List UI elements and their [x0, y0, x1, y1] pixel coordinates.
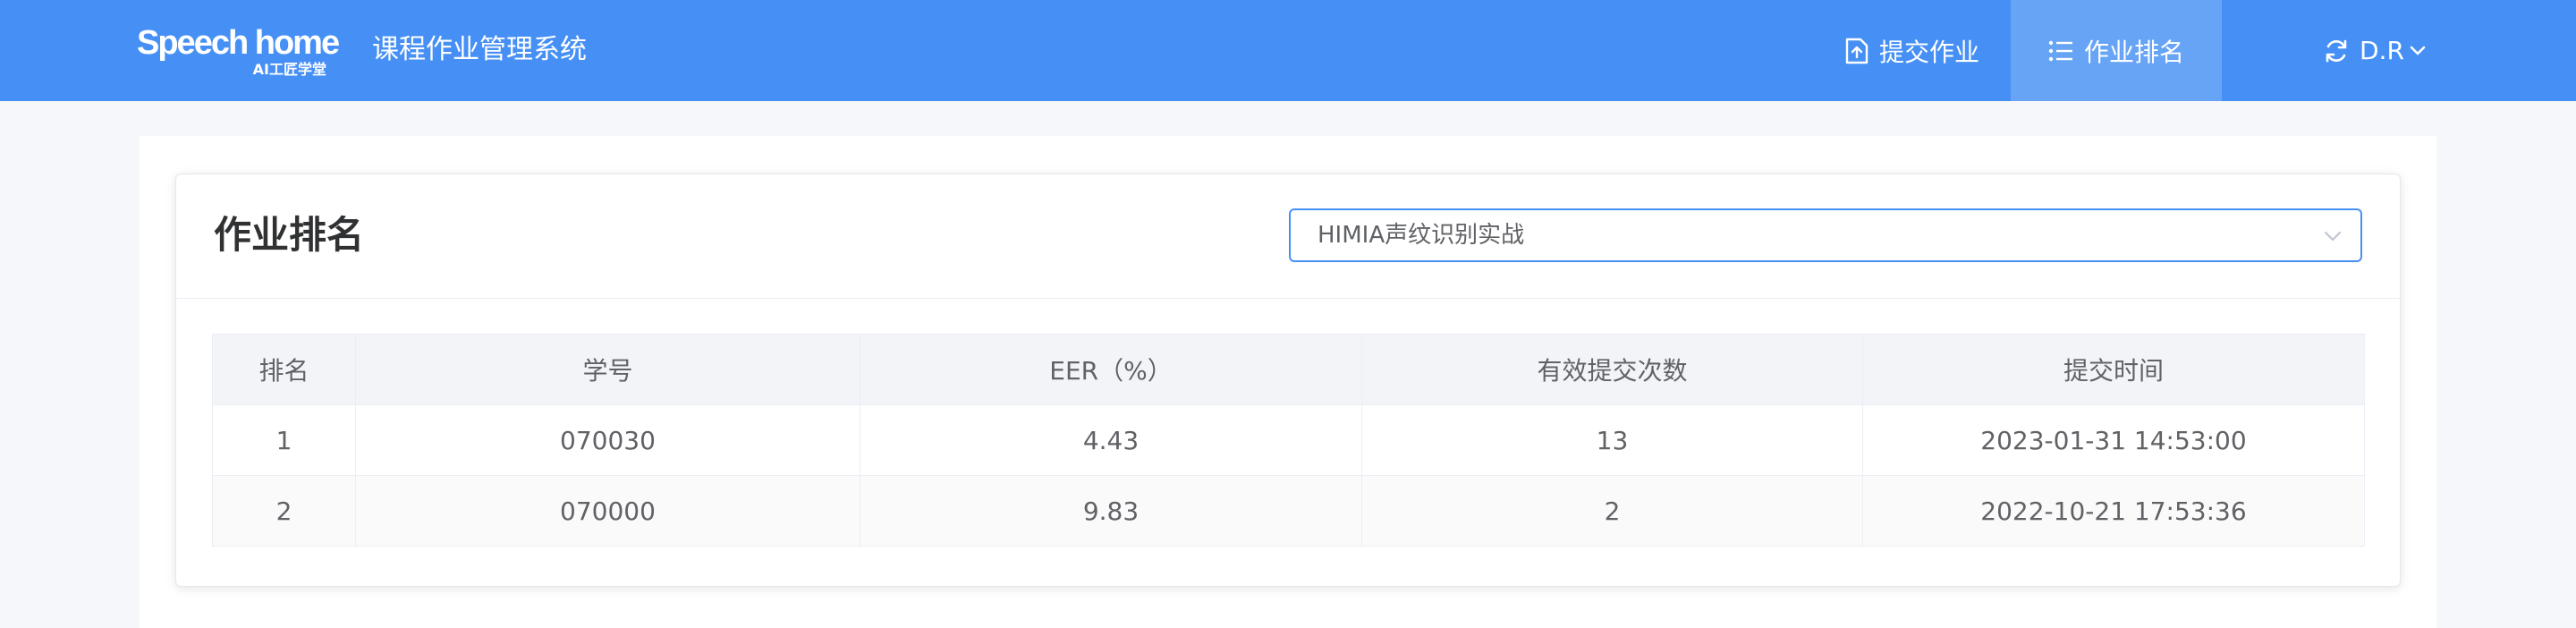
user-name: D.R [2360, 36, 2404, 65]
logo: Speech home AI工匠学堂 [137, 23, 340, 79]
cell-valid-submissions: 2 [1361, 475, 1863, 547]
upload-file-icon [1845, 38, 1868, 64]
card-header: 作业排名 HIMIA声纹识别实战 [176, 174, 2400, 299]
cell-student-id: 070000 [355, 475, 860, 547]
cell-submit-time: 2023-01-31 14:53:00 [1862, 404, 2365, 476]
logo-main-text: Speech home [137, 24, 340, 62]
refresh-icon [2326, 39, 2347, 62]
table-header-row: 排名 学号 EER（%） 有效提交次数 提交时间 [212, 334, 2365, 405]
nav-homework-ranking[interactable]: 作业排名 [2011, 0, 2222, 101]
chevron-down-icon [2410, 46, 2426, 55]
ranking-table: 排名 学号 EER（%） 有效提交次数 提交时间 1 070030 4.43 1… [212, 334, 2365, 547]
user-menu[interactable]: D.R [2324, 0, 2426, 101]
cell-eer: 9.83 [860, 475, 1362, 547]
cell-rank: 2 [212, 475, 356, 547]
list-icon [2048, 40, 2072, 61]
top-navbar: Speech home AI工匠学堂 课程作业管理系统 提交作业 作业排名 D.… [0, 0, 2576, 101]
column-header-eer[interactable]: EER（%） [860, 334, 1362, 405]
ranking-card: 作业排名 HIMIA声纹识别实战 排名 学号 EER（%） 有效提交次数 提交时… [175, 174, 2401, 587]
column-header-valid-submissions[interactable]: 有效提交次数 [1361, 334, 1863, 405]
nav-submit-homework[interactable]: 提交作业 [1816, 0, 2009, 101]
table-row: 2 070000 9.83 2 2022-10-21 17:53:36 [212, 475, 2365, 547]
nav-rank-label: 作业排名 [2083, 37, 2184, 67]
assignment-select-value: HIMIA声纹识别实战 [1318, 222, 1525, 249]
column-header-student-id[interactable]: 学号 [355, 334, 860, 405]
assignment-select[interactable]: HIMIA声纹识别实战 [1289, 208, 2362, 262]
cell-rank: 1 [212, 404, 356, 476]
logo-sub-text: AI工匠学堂 [252, 61, 326, 78]
cell-eer: 4.43 [860, 404, 1362, 476]
chevron-down-icon [2324, 231, 2342, 242]
column-header-submit-time[interactable]: 提交时间 [1862, 334, 2365, 405]
cell-student-id: 070030 [355, 404, 860, 476]
system-title: 课程作业管理系统 [372, 34, 587, 65]
table-row: 1 070030 4.43 13 2023-01-31 14:53:00 [212, 404, 2365, 476]
cell-valid-submissions: 13 [1361, 404, 1863, 476]
cell-submit-time: 2022-10-21 17:53:36 [1862, 475, 2365, 547]
nav-submit-label: 提交作业 [1878, 37, 1979, 67]
page-title: 作业排名 [214, 213, 365, 257]
column-header-rank[interactable]: 排名 [212, 334, 356, 405]
